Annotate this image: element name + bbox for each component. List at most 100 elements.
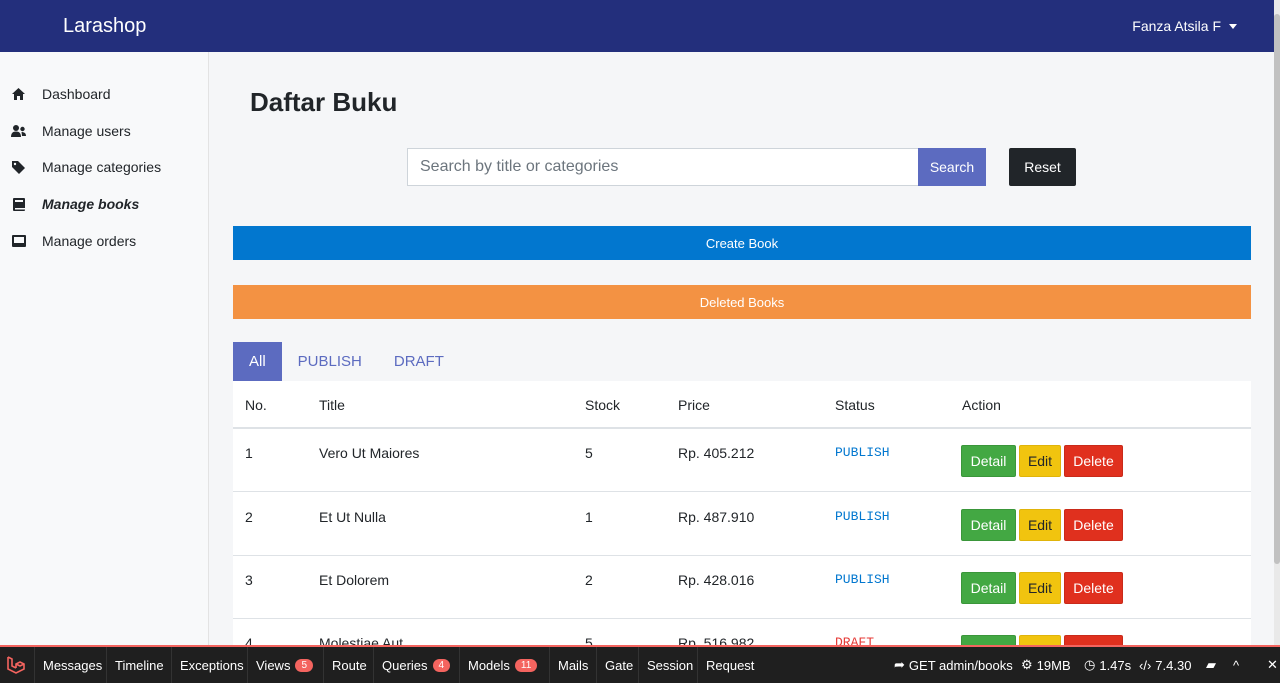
detail-button[interactable]: Detail — [961, 572, 1016, 604]
top-navbar: Larashop Fanza Atsila F — [0, 0, 1280, 52]
debug-php-version[interactable]: ‹/› 7.4.30 — [1139, 647, 1191, 683]
search-button[interactable]: Search — [918, 148, 986, 186]
debug-bar: Messages Timeline Exceptions Views 5 Rout… — [0, 645, 1280, 683]
count-badge: 4 — [432, 658, 451, 672]
delete-button[interactable]: Delete — [1064, 445, 1123, 477]
cell-price: Rp. 487.910 — [678, 509, 755, 525]
sidebar-item-categories[interactable]: Manage categories — [11, 159, 161, 175]
delete-button[interactable]: Delete — [1064, 572, 1123, 604]
status-badge: DRAFT — [835, 635, 875, 645]
debug-tab-timeline[interactable]: Timeline — [106, 647, 172, 683]
scrollbar-thumb[interactable] — [1274, 14, 1280, 564]
edit-button[interactable]: Edit — [1019, 635, 1061, 645]
debug-tab-label: Timeline — [115, 657, 164, 673]
debug-tab-models[interactable]: Models 11 — [459, 647, 545, 683]
folder-open-icon[interactable]: ▰ — [1206, 647, 1216, 683]
reset-button[interactable]: Reset — [1009, 148, 1076, 186]
main-content: Daftar Buku Search Reset Create Book Del… — [209, 52, 1274, 645]
table-row: 1 Vero Ut Maiores 5 Rp. 405.212 PUBLISH … — [233, 429, 1251, 492]
cell-title: Et Ut Nulla — [319, 509, 386, 525]
close-icon[interactable]: ✕ — [1267, 647, 1278, 683]
table-row: 3 Et Dolorem 2 Rp. 428.016 PUBLISH Detai… — [233, 556, 1251, 619]
debug-tab-label: Route — [332, 657, 367, 673]
cell-no: 4 — [245, 635, 253, 645]
cell-no: 2 — [245, 509, 253, 525]
count-badge: 5 — [295, 658, 314, 672]
debug-tab-label: Gate — [605, 657, 634, 673]
cell-price: Rp. 405.212 — [678, 445, 755, 461]
sidebar-item-label: Manage users — [42, 123, 131, 139]
cell-price: Rp. 428.016 — [678, 572, 755, 588]
table-row: 4 Molestiae Aut 5 Rp. 516.982 DRAFT Deta… — [233, 619, 1251, 645]
status-badge: PUBLISH — [835, 445, 890, 460]
home-icon — [11, 87, 26, 101]
php-version-label: 7.4.30 — [1155, 657, 1192, 673]
sidebar-item-books[interactable]: Manage books — [11, 196, 139, 212]
status-tabs: All PUBLISH DRAFT — [233, 342, 460, 381]
brand-logo[interactable]: Larashop — [63, 15, 146, 38]
debug-tab-label: Exceptions — [180, 657, 244, 673]
sidebar: Dashboard Manage users Manage categories… — [0, 52, 209, 645]
column-header-stock: Stock — [585, 397, 621, 413]
page-scrollbar[interactable] — [1274, 0, 1280, 645]
book-icon — [11, 197, 26, 211]
search-input[interactable] — [407, 148, 919, 186]
clock-icon: ◷ — [1084, 657, 1096, 672]
debug-tab-route[interactable]: Route — [323, 647, 375, 683]
detail-button[interactable]: Detail — [961, 509, 1016, 541]
debug-tab-session[interactable]: Session — [638, 647, 701, 683]
cell-stock: 5 — [585, 635, 593, 645]
create-book-button[interactable]: Create Book — [233, 226, 1251, 260]
edit-button[interactable]: Edit — [1019, 445, 1061, 477]
column-header-action: Action — [962, 397, 1001, 413]
debug-time[interactable]: ◷ 1.47s — [1084, 647, 1131, 683]
cell-title: Molestiae Aut — [319, 635, 404, 645]
status-badge: PUBLISH — [835, 572, 890, 587]
debug-tab-exceptions[interactable]: Exceptions — [171, 647, 252, 683]
caret-down-icon — [1229, 23, 1237, 29]
books-table: No. Title Stock Price Status Action 1 Ve… — [233, 381, 1251, 645]
sidebar-item-label: Manage books — [42, 196, 140, 212]
tab-draft[interactable]: DRAFT — [378, 342, 460, 381]
cell-title: Vero Ut Maiores — [319, 445, 420, 461]
sidebar-item-users[interactable]: Manage users — [11, 123, 131, 139]
sidebar-item-dashboard[interactable]: Dashboard — [11, 86, 111, 102]
cell-title: Et Dolorem — [319, 572, 390, 588]
cell-price: Rp. 516.982 — [678, 635, 755, 645]
tab-all[interactable]: All — [233, 342, 282, 381]
debug-tab-queries[interactable]: Queries 4 — [373, 647, 458, 683]
debug-tab-gate[interactable]: Gate — [596, 647, 641, 683]
share-icon: ➦ — [894, 657, 905, 672]
debug-request-info[interactable]: ➦ GET admin/books — [894, 647, 1013, 683]
cell-no: 1 — [245, 445, 253, 461]
debug-tab-messages[interactable]: Messages — [34, 647, 110, 683]
detail-button[interactable]: Detail — [961, 445, 1016, 477]
sidebar-item-label: Dashboard — [42, 86, 111, 102]
sidebar-item-orders[interactable]: Manage orders — [11, 233, 136, 249]
debug-tab-request[interactable]: Request — [697, 647, 762, 683]
delete-button[interactable]: Delete — [1064, 635, 1123, 645]
users-icon — [11, 124, 26, 138]
detail-button[interactable]: Detail — [961, 635, 1016, 645]
debug-tab-label: Request — [706, 657, 755, 673]
debug-memory[interactable]: ⚙ 19MB — [1021, 647, 1071, 683]
edit-button[interactable]: Edit — [1019, 509, 1061, 541]
delete-button[interactable]: Delete — [1064, 509, 1123, 541]
debug-tab-mails[interactable]: Mails — [549, 647, 596, 683]
user-name: Fanza Atsila F — [1132, 18, 1221, 34]
tab-publish[interactable]: PUBLISH — [282, 342, 378, 381]
cell-no: 3 — [245, 572, 253, 588]
status-badge: PUBLISH — [835, 509, 890, 524]
page-title: Daftar Buku — [250, 87, 398, 117]
user-menu[interactable]: Fanza Atsila F — [1132, 18, 1237, 34]
memory-label: 19MB — [1036, 657, 1071, 673]
edit-button[interactable]: Edit — [1019, 572, 1061, 604]
deleted-books-button[interactable]: Deleted Books — [233, 285, 1251, 319]
column-header-no: No. — [245, 397, 267, 413]
laravel-logo-icon[interactable] — [5, 654, 27, 676]
chevron-up-icon[interactable]: ^ — [1233, 647, 1239, 683]
request-label: GET admin/books — [908, 657, 1013, 673]
debug-tab-label: Models — [468, 657, 510, 673]
debug-tab-views[interactable]: Views 5 — [247, 647, 321, 683]
column-header-status: Status — [835, 397, 875, 413]
